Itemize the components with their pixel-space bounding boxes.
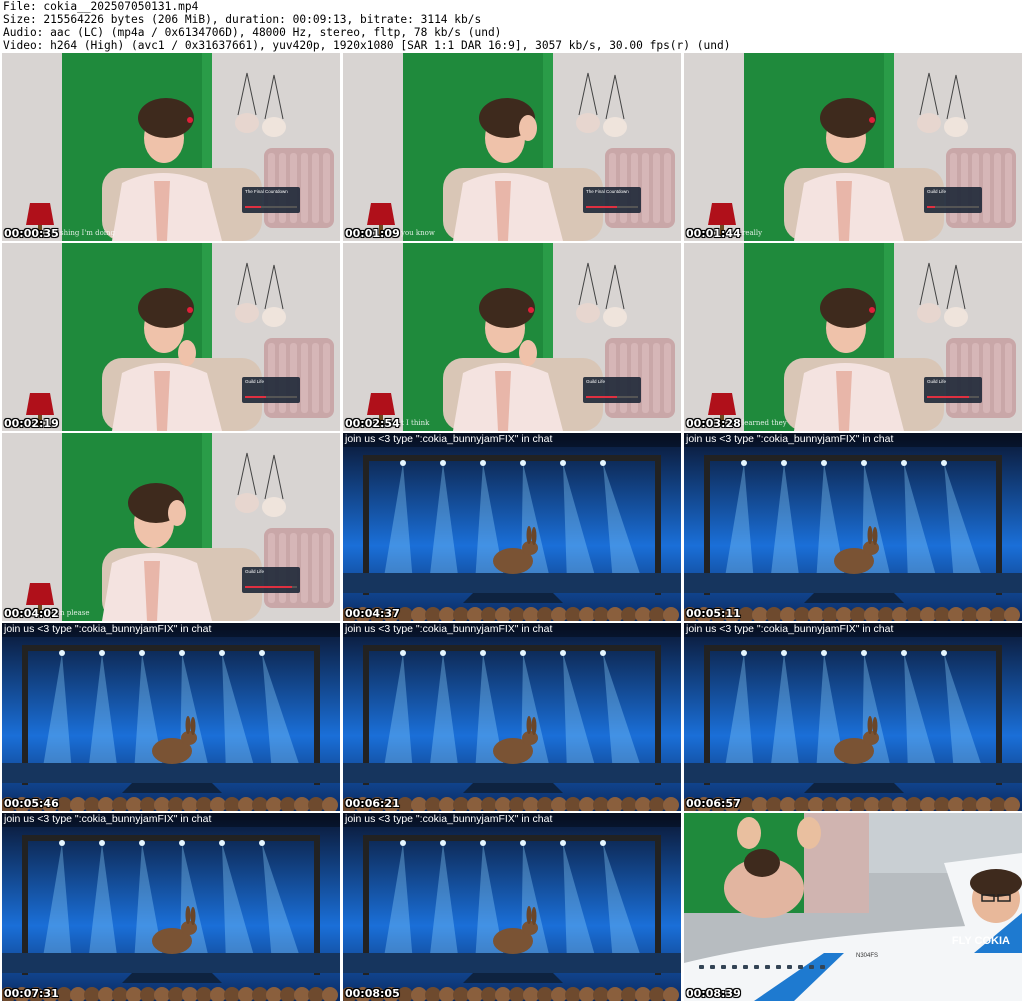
thumbnail-grid: The Final Countdown shing I'm doing 00:00:… bbox=[2, 53, 1022, 1001]
now-playing-card: The Final Countdown bbox=[242, 187, 300, 213]
now-playing-progress bbox=[245, 586, 297, 588]
video-frame-thumbnail: Guild Life really 00:01:44 bbox=[684, 53, 1022, 241]
plane-frame-image bbox=[684, 813, 1022, 1001]
video-frame-thumbnail: The Final Countdown shing I'm doing 00:00:… bbox=[2, 53, 340, 241]
stage-frame-image bbox=[684, 433, 1022, 621]
now-playing-progress bbox=[927, 206, 979, 208]
plane-livery-text: FLY COKIA bbox=[951, 935, 1010, 947]
audio-line: Audio: aac (LC) (mp4a / 0x6134706D), 480… bbox=[3, 26, 502, 39]
frame-timestamp: 00:03:28 bbox=[686, 417, 741, 430]
stage-frame-image bbox=[343, 813, 681, 1001]
file-info-header: File: cokia__202507050131.mp4 Size: 2155… bbox=[3, 0, 1021, 52]
chat-prompt-overlay: join us <3 type ":cokia_bunnyjamFIX" in … bbox=[2, 623, 340, 637]
video-frame-thumbnail: Guild Life 00:02:19 bbox=[2, 243, 340, 431]
frame-timestamp: 00:08:05 bbox=[345, 987, 400, 1000]
video-frame-thumbnail: Guild Life t I think 00:02:54 bbox=[343, 243, 681, 431]
chat-prompt-overlay: join us <3 type ":cokia_bunnyjamFIX" in … bbox=[343, 433, 681, 447]
now-playing-title: The Final Countdown bbox=[245, 189, 288, 194]
now-playing-title: Guild Life bbox=[245, 569, 265, 574]
subtitle-caption: you know bbox=[401, 229, 435, 237]
now-playing-card: The Final Countdown bbox=[583, 187, 641, 213]
now-playing-progress bbox=[927, 396, 979, 398]
subtitle-caption: shing I'm doing bbox=[60, 229, 116, 237]
chat-prompt-overlay: join us <3 type ":cokia_bunnyjamFIX" in … bbox=[343, 623, 681, 637]
video-frame-thumbnail: join us <3 type ":cokia_bunnyjamFIX" in … bbox=[2, 623, 340, 811]
video-frame-thumbnail: FLY COKIA N304FS 00:08:39 bbox=[684, 813, 1022, 1001]
video-frame-thumbnail: The Final Countdown you know 00:01:09 bbox=[343, 53, 681, 241]
frame-timestamp: 00:02:54 bbox=[345, 417, 400, 430]
video-frame-thumbnail: Guild Life learned they 00:03:28 bbox=[684, 243, 1022, 431]
stage-frame-image bbox=[343, 433, 681, 621]
chat-prompt-overlay: join us <3 type ":cokia_bunnyjamFIX" in … bbox=[684, 433, 1022, 447]
file-line: File: cokia__202507050131.mp4 bbox=[3, 0, 199, 13]
frame-timestamp: 00:01:44 bbox=[686, 227, 741, 240]
plane-tail-number: N304FS bbox=[856, 953, 879, 959]
now-playing-progress bbox=[586, 206, 638, 208]
frame-timestamp: 00:04:37 bbox=[345, 607, 400, 620]
frame-timestamp: 00:06:21 bbox=[345, 797, 400, 810]
subtitle-caption: n please bbox=[60, 609, 90, 617]
chat-prompt-overlay: join us <3 type ":cokia_bunnyjamFIX" in … bbox=[2, 813, 340, 827]
chat-prompt-overlay: join us <3 type ":cokia_bunnyjamFIX" in … bbox=[684, 623, 1022, 637]
now-playing-card: Guild Life bbox=[924, 187, 982, 213]
now-playing-card: Guild Life bbox=[242, 377, 300, 403]
frame-timestamp: 00:05:11 bbox=[686, 607, 741, 620]
now-playing-progress bbox=[245, 396, 297, 398]
now-playing-title: Guild Life bbox=[927, 189, 947, 194]
stage-frame-image bbox=[2, 623, 340, 811]
video-frame-thumbnail: join us <3 type ":cokia_bunnyjamFIX" in … bbox=[2, 813, 340, 1001]
video-frame-thumbnail: join us <3 type ":cokia_bunnyjamFIX" in … bbox=[684, 433, 1022, 621]
subtitle-caption: really bbox=[742, 229, 763, 237]
now-playing-title: The Final Countdown bbox=[586, 189, 629, 194]
video-frame-thumbnail: Guild Life n please 00:04:02 bbox=[2, 433, 340, 621]
now-playing-progress bbox=[586, 396, 638, 398]
video-line: Video: h264 (High) (avc1 / 0x31637661), … bbox=[3, 39, 731, 52]
video-frame-thumbnail: join us <3 type ":cokia_bunnyjamFIX" in … bbox=[343, 813, 681, 1001]
subtitle-caption: learned they bbox=[742, 419, 787, 427]
frame-timestamp: 00:04:02 bbox=[4, 607, 59, 620]
size-line: Size: 215564226 bytes (206 MiB), duratio… bbox=[3, 13, 482, 26]
frame-timestamp: 00:08:39 bbox=[686, 987, 741, 1000]
stage-frame-image bbox=[2, 813, 340, 1001]
now-playing-title: Guild Life bbox=[245, 379, 265, 384]
frame-timestamp: 00:07:31 bbox=[4, 987, 59, 1000]
stage-frame-image bbox=[343, 623, 681, 811]
now-playing-card: Guild Life bbox=[924, 377, 982, 403]
video-frame-thumbnail: join us <3 type ":cokia_bunnyjamFIX" in … bbox=[684, 623, 1022, 811]
frame-timestamp: 00:06:57 bbox=[686, 797, 741, 810]
frame-timestamp: 00:01:09 bbox=[345, 227, 400, 240]
now-playing-card: Guild Life bbox=[242, 567, 300, 593]
now-playing-title: Guild Life bbox=[586, 379, 606, 384]
frame-timestamp: 00:05:46 bbox=[4, 797, 59, 810]
video-frame-thumbnail: join us <3 type ":cokia_bunnyjamFIX" in … bbox=[343, 433, 681, 621]
now-playing-card: Guild Life bbox=[583, 377, 641, 403]
chat-prompt-overlay: join us <3 type ":cokia_bunnyjamFIX" in … bbox=[343, 813, 681, 827]
now-playing-progress bbox=[245, 206, 297, 208]
frame-timestamp: 00:00:35 bbox=[4, 227, 59, 240]
now-playing-title: Guild Life bbox=[927, 379, 947, 384]
subtitle-caption: t I think bbox=[401, 419, 430, 427]
video-frame-thumbnail: join us <3 type ":cokia_bunnyjamFIX" in … bbox=[343, 623, 681, 811]
frame-timestamp: 00:02:19 bbox=[4, 417, 59, 430]
stage-frame-image bbox=[684, 623, 1022, 811]
